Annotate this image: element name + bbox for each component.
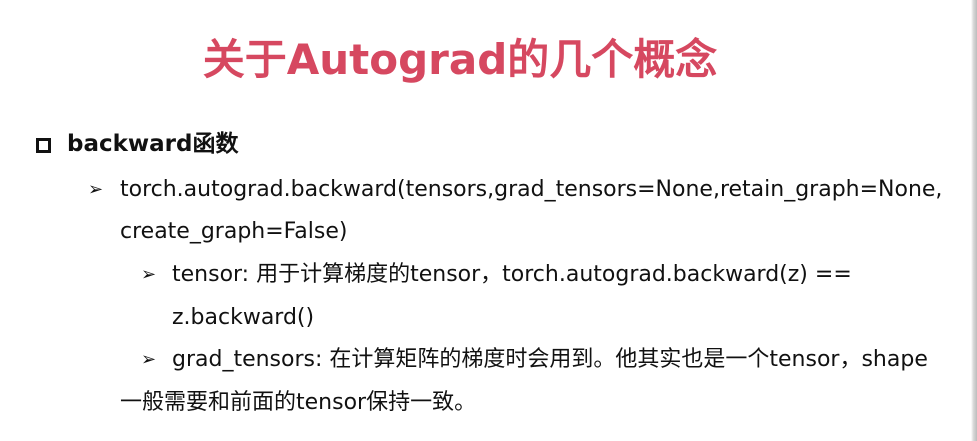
slide-title: 关于Autograd的几个概念 (202, 35, 718, 84)
window-edge-shadow (971, 0, 977, 441)
arrow-bullet-icon: ➢ (141, 264, 157, 285)
slide: 关于Autograd的几个概念 backward函数 ➢ torch.autog… (0, 0, 977, 441)
section-heading: backward函数 (36, 124, 239, 164)
bullet-text-tensor-line1: tensor: 用于计算梯度的tensor，torch.autograd.bac… (172, 262, 852, 287)
arrow-bullet-icon: ➢ (88, 179, 104, 200)
arrow-bullet-icon: ➢ (141, 349, 157, 370)
bullet-text-tensor-line2: z.backward() (172, 305, 315, 330)
bullet-text-backward-signature-line1: torch.autograd.backward(tensors,grad_ten… (120, 177, 943, 202)
bullet-text-grad-tensors-line2: 一般需要和前面的tensor保持一致。 (120, 390, 477, 415)
section-label: backward函数 (67, 131, 239, 157)
bullet-text-grad-tensors-line1: grad_tensors: 在计算矩阵的梯度时会用到。他其实也是一个tensor… (172, 347, 928, 372)
hollow-square-bullet-icon (36, 137, 51, 153)
bullet-text-backward-signature-line2: create_graph=False) (120, 219, 348, 244)
